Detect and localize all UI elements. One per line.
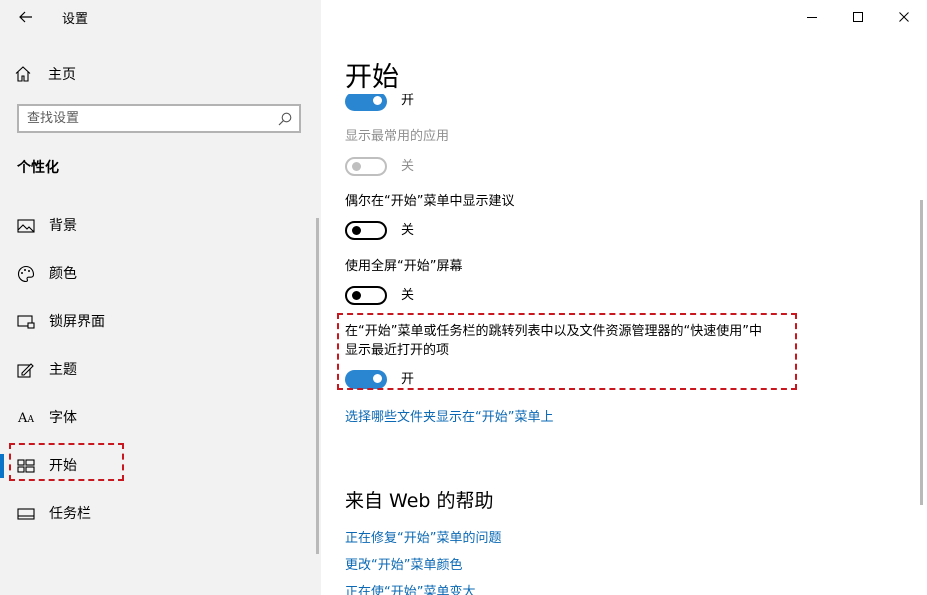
home-icon [15,66,31,82]
sidebar-item-label: 开始 [49,458,77,474]
toggle-knob [352,162,361,171]
setting-label-fullscreen-start: 使用全屏“开始”屏幕 [345,259,463,274]
sidebar: 设置 主页 个性化 背景 [0,0,321,595]
sidebar-item-background[interactable]: 背景 [0,202,321,250]
sidebar-nav: 背景 颜色 锁屏界面 主题 A A 字体 开始 任务栏 [0,202,321,538]
sidebar-item-label: 主题 [49,362,77,378]
font-icon: AA [18,410,34,426]
search-input[interactable] [27,111,267,126]
toggle-state-label: 关 [401,288,415,303]
sidebar-item-home-label: 主页 [48,67,76,83]
sidebar-item-colors[interactable]: 颜色 [0,250,321,298]
search-box[interactable] [17,104,301,133]
lock-screen-icon [16,312,36,332]
settings-window: 设置 主页 个性化 背景 [0,0,927,595]
sidebar-item-label: 任务栏 [49,506,91,522]
maximize-button[interactable] [835,0,881,34]
sidebar-item-start[interactable]: 开始 [0,442,321,490]
palette-icon [16,264,36,284]
sidebar-item-label: 锁屏界面 [49,314,105,330]
sidebar-item-label: 颜色 [49,266,77,282]
toggle-fullscreen-start[interactable] [345,286,387,305]
main-content: 开始 开 显示最常用的应用 关 偶尔在“开始”菜单中显示建议 关 使用全屏“开始… [321,0,927,595]
minimize-button[interactable] [789,0,835,34]
app-title: 设置 [62,12,89,27]
window-controls [789,0,927,34]
setting-label-suggestions: 偶尔在“开始”菜单中显示建议 [345,194,515,209]
toggle-knob [352,291,361,300]
toggle-knob [352,226,361,235]
help-link[interactable]: 更改“开始”菜单颜色 [345,554,462,573]
sidebar-scrollbar[interactable] [316,218,319,554]
toggle-state-label: 开 [401,93,415,108]
help-link[interactable]: 正在使“开始”菜单变大 [345,581,475,595]
sidebar-item-label: 背景 [49,218,77,234]
back-button[interactable] [14,6,38,28]
sidebar-item-fonts[interactable]: AA 字体 [0,394,321,442]
toggle-switch[interactable] [345,92,387,111]
page-title: 开始 [345,55,411,94]
section-heading-personalization: 个性化 [17,160,59,176]
theme-brush-icon [16,360,36,380]
help-link[interactable]: 正在修复“开始”菜单的问题 [345,527,501,546]
toggle-recent-items[interactable] [345,370,387,389]
toggle-knob [373,374,382,383]
toggle-state-label: 开 [401,372,415,387]
sidebar-item-taskbar[interactable]: 任务栏 [0,490,321,538]
choose-folders-link[interactable]: 选择哪些文件夹显示在“开始”菜单上 [345,406,553,425]
active-indicator [0,454,4,478]
toggle-state-label: 关 [401,223,415,238]
setting-label-recent-items-line2: 显示最近打开的项 [345,343,450,358]
taskbar-icon [16,504,36,524]
toggle-suggestions[interactable] [345,221,387,240]
minimize-icon [807,17,817,18]
toggle-most-used-apps[interactable] [345,157,387,176]
back-arrow-icon [19,11,32,23]
web-help-heading: 来自 Web 的帮助 [345,490,494,512]
setting-label-most-used-apps: 显示最常用的应用 [345,129,450,144]
search-icon[interactable] [277,111,293,127]
start-grid-icon [16,456,36,476]
picture-icon [16,216,36,236]
maximize-icon [853,12,863,22]
setting-label-recent-items-line1: 在“开始”菜单或任务栏的跳转列表中以及文件资源管理器的“快速使用”中 [345,324,762,339]
sidebar-item-lock-screen[interactable]: 锁屏界面 [0,298,321,346]
sidebar-item-home[interactable]: 主页 [14,62,76,86]
close-icon [899,12,909,22]
toggle-state-label: 关 [401,159,415,174]
sidebar-item-label: 字体 [49,410,77,426]
close-button[interactable] [881,0,927,34]
sidebar-item-themes[interactable]: 主题 [0,346,321,394]
toggle-knob [373,96,382,105]
content-scrollbar[interactable] [920,200,923,505]
